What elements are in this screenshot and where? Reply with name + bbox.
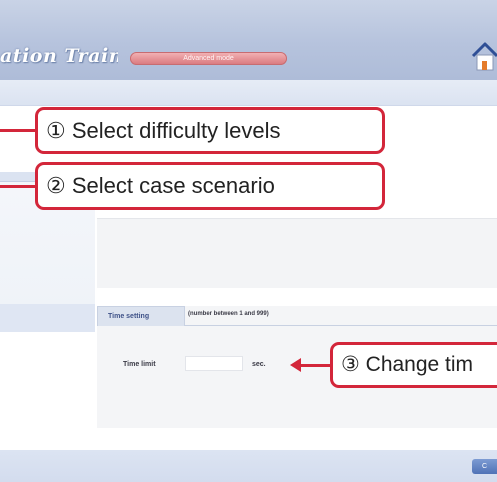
callout-select-scenario: ② Select case scenario (35, 162, 385, 210)
sidebar-tab[interactable] (0, 172, 36, 182)
callout-select-difficulty: ① Select difficulty levels (35, 107, 385, 154)
callout-leader-line (298, 364, 331, 367)
tab-divider (185, 325, 497, 326)
tab-time-setting[interactable]: Time setting (97, 306, 185, 326)
callout-arrow-icon (290, 358, 301, 372)
home-button[interactable] (470, 34, 497, 74)
mode-indicator: Advanced mode (130, 52, 287, 65)
scenario-panel (97, 218, 497, 288)
sub-toolbar (0, 80, 497, 106)
time-limit-input[interactable] (185, 356, 243, 371)
callout-leader-line (0, 129, 36, 132)
footer-bar (0, 450, 497, 482)
app-title: ation Trainer (0, 45, 118, 67)
time-limit-label: Time limit (123, 361, 156, 368)
sidebar-item[interactable] (0, 304, 95, 332)
callout-change-time: ③ Change tim (330, 342, 497, 388)
seconds-unit-label: sec. (252, 361, 266, 368)
footer-button[interactable]: C (472, 459, 497, 474)
time-range-hint: (number between 1 and 999) (188, 311, 269, 317)
callout-leader-line (0, 185, 36, 188)
home-icon (471, 42, 497, 71)
